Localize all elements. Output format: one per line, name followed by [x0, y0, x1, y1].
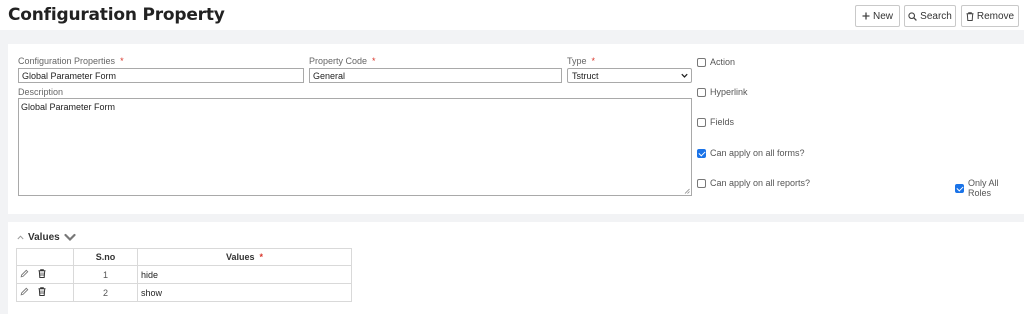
description-text: Global Parameter Form: [21, 102, 116, 112]
table-header-row: S.no Values *: [16, 248, 352, 266]
page-header: Configuration Property New Search Remove: [0, 0, 1024, 30]
row-actions: [16, 265, 74, 284]
trash-icon[interactable]: [38, 269, 46, 280]
new-button[interactable]: New: [855, 5, 900, 27]
plus-icon: [862, 12, 870, 20]
sno-column-header: S.no: [73, 248, 138, 266]
values-panel: Values S.no Values * 1 hide 2 show: [8, 222, 1024, 314]
chevron-up-icon[interactable]: [17, 233, 24, 242]
fields-checkbox-box[interactable]: [697, 117, 706, 127]
action-checkbox-box[interactable]: [697, 57, 706, 67]
hyperlink-checkbox[interactable]: Hyperlink: [697, 87, 748, 97]
configuration-properties-input[interactable]: Global Parameter Form: [18, 68, 304, 83]
configuration-properties-label: Configuration Properties *: [18, 56, 124, 66]
table-row[interactable]: 2 show: [16, 283, 352, 302]
trash-icon[interactable]: [38, 287, 46, 298]
fields-checkbox-label: Fields: [710, 117, 735, 127]
trash-icon: [966, 11, 974, 21]
action-checkbox-label: Action: [710, 57, 736, 67]
chevron-down-icon: [681, 73, 688, 78]
chevron-down-icon[interactable]: [64, 233, 76, 242]
type-label: Type *: [567, 56, 596, 66]
type-select-value: Tstruct: [572, 71, 599, 81]
apply-all-forms-checkbox-label: Can apply on all forms?: [710, 148, 805, 158]
fields-checkbox[interactable]: Fields: [697, 117, 734, 127]
apply-all-forms-checkbox-box[interactable]: [697, 148, 706, 158]
row-value[interactable]: show: [137, 283, 352, 302]
description-label: Description: [18, 87, 64, 97]
remove-button[interactable]: Remove: [961, 5, 1019, 27]
row-sno: 1: [73, 265, 138, 284]
apply-all-forms-checkbox[interactable]: Can apply on all forms?: [697, 148, 805, 158]
resize-grip-icon[interactable]: [684, 188, 690, 194]
values-section-header[interactable]: Values: [17, 232, 76, 243]
remove-button-label: Remove: [976, 10, 1015, 22]
form-panel: Configuration Properties * Global Paramet…: [8, 44, 1024, 214]
apply-all-reports-checkbox-box[interactable]: [697, 178, 706, 188]
only-all-roles-checkbox-label: Only All Roles: [968, 178, 999, 198]
values-column-header: Values *: [137, 248, 352, 266]
pencil-icon[interactable]: [20, 269, 29, 280]
hyperlink-checkbox-box[interactable]: [697, 87, 706, 97]
type-select[interactable]: Tstruct: [567, 68, 692, 83]
values-section-title: Values: [28, 232, 60, 243]
description-textarea[interactable]: Global Parameter Form: [18, 98, 692, 196]
action-checkbox[interactable]: Action: [697, 57, 735, 67]
property-code-label: Property Code *: [309, 56, 376, 66]
row-sno: 2: [73, 283, 138, 302]
search-button[interactable]: Search: [904, 5, 956, 27]
pencil-icon[interactable]: [20, 287, 29, 298]
row-value[interactable]: hide: [137, 265, 352, 284]
table-row[interactable]: 1 hide: [16, 265, 352, 284]
actions-column-header: [16, 248, 74, 266]
only-all-roles-checkbox-box[interactable]: [955, 183, 964, 193]
property-code-input[interactable]: General: [309, 68, 562, 83]
row-actions: [16, 283, 74, 302]
apply-all-reports-checkbox[interactable]: Can apply on all reports?: [697, 178, 810, 188]
hyperlink-checkbox-label: Hyperlink: [710, 87, 748, 97]
page-title: Configuration Property: [8, 5, 225, 25]
apply-all-reports-checkbox-label: Can apply on all reports?: [710, 178, 811, 188]
search-icon: [908, 11, 918, 21]
values-table: S.no Values * 1 hide 2 show: [16, 248, 352, 302]
new-button-label: New: [872, 10, 893, 22]
only-all-roles-checkbox[interactable]: Only All Roles: [955, 178, 1024, 198]
search-button-label: Search: [920, 10, 952, 22]
